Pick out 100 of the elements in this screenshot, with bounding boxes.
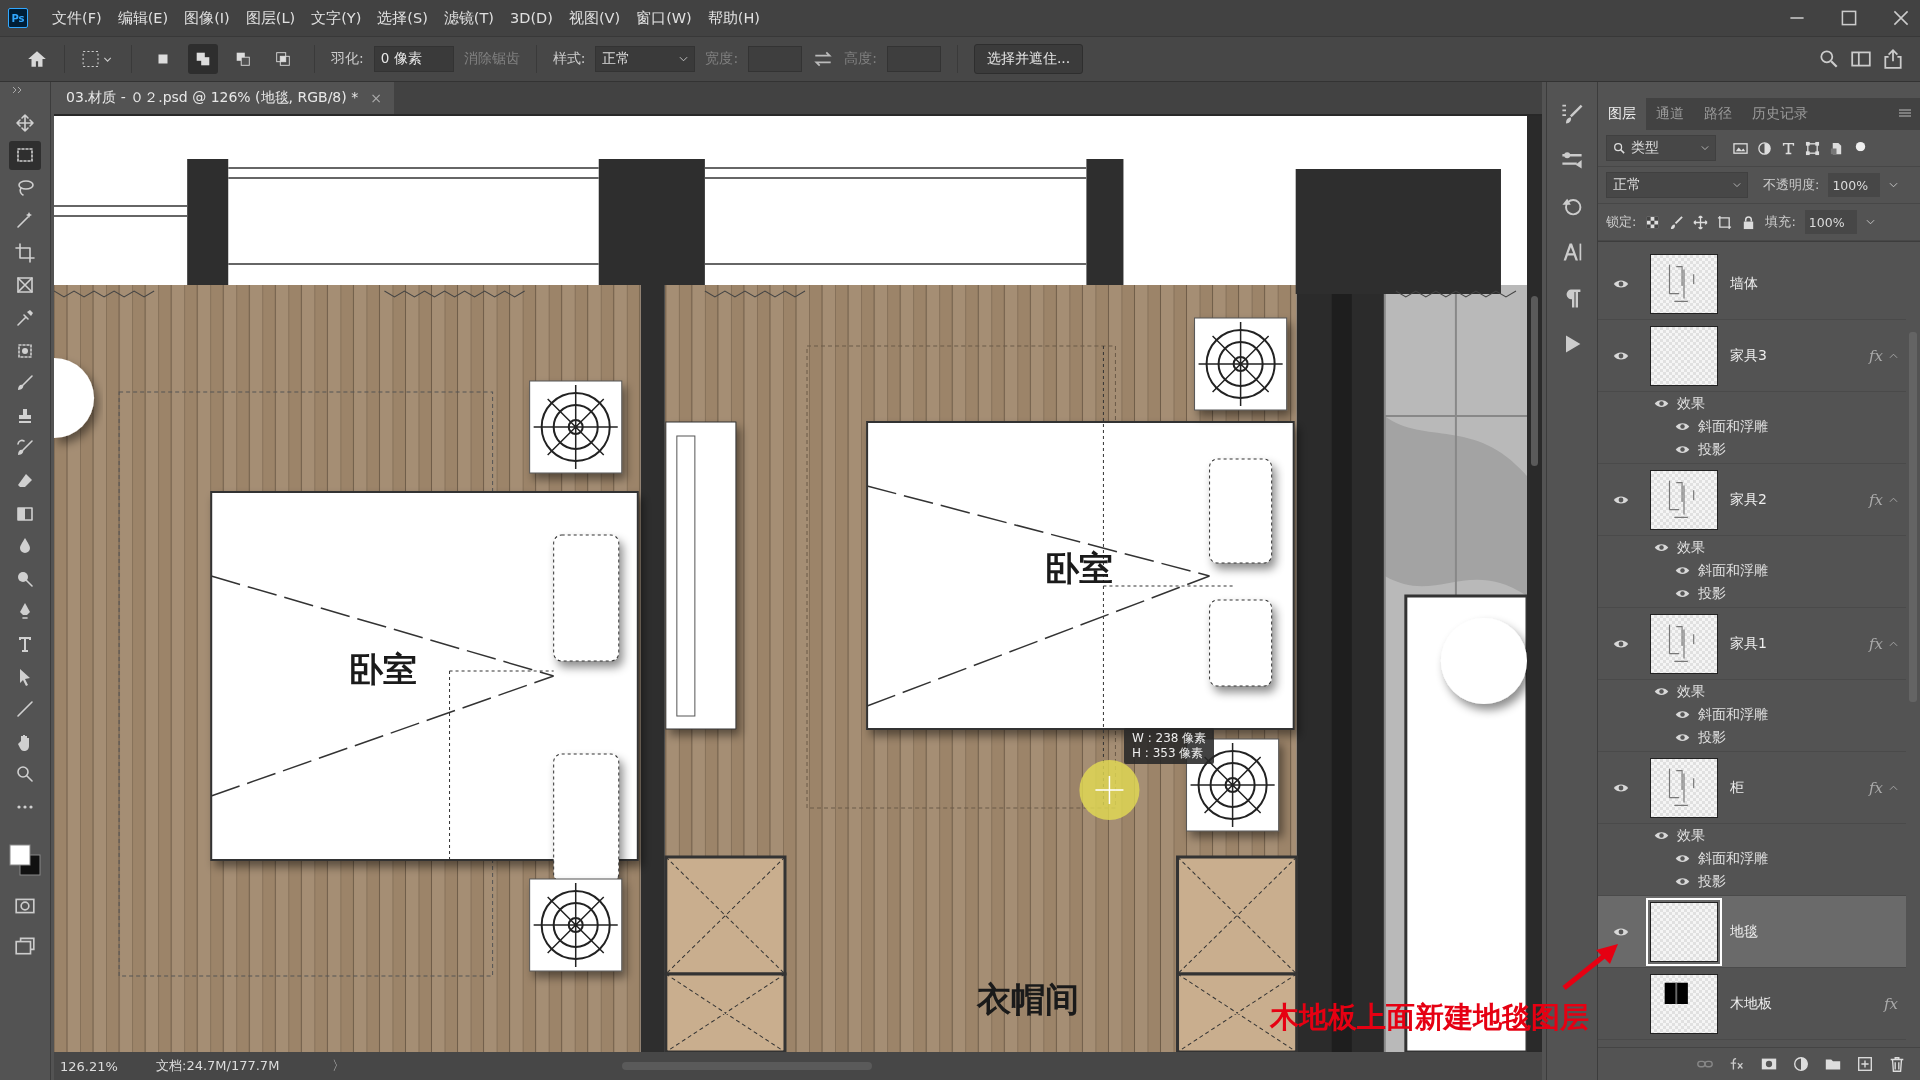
eye-icon[interactable]	[1613, 278, 1629, 289]
lock-position-icon[interactable]	[1693, 214, 1709, 230]
menu-icon[interactable]	[1898, 109, 1912, 119]
panel-tab[interactable]: 路径	[1694, 98, 1742, 130]
eye-icon[interactable]	[1654, 543, 1669, 552]
shape-filter-icon[interactable]	[1805, 140, 1820, 156]
layer-name[interactable]: 家具3	[1730, 346, 1767, 365]
panel-tab[interactable]: 历史记录	[1742, 98, 1818, 130]
effects-row[interactable]: 效果	[1598, 824, 1906, 847]
layer-name[interactable]: 柜	[1730, 778, 1744, 797]
eye-icon[interactable]	[1654, 831, 1669, 840]
layer-filter-dropdown[interactable]: 类型	[1606, 135, 1716, 161]
menu-item[interactable]: 窗口(W)	[630, 4, 698, 32]
brush-settings-icon[interactable]	[1560, 102, 1584, 126]
layer-row[interactable]: 地毯	[1598, 896, 1906, 968]
effects-row[interactable]: 效果	[1598, 536, 1906, 559]
layer-row[interactable]: 家具3 fx	[1598, 320, 1906, 392]
collapse-icon[interactable]	[12, 86, 24, 94]
eye-icon[interactable]	[1675, 877, 1690, 886]
layer-name[interactable]: 家具2	[1730, 490, 1767, 509]
style-label: 样式:	[552, 50, 586, 68]
room-label: 卧室	[349, 649, 418, 689]
menu-item[interactable]: 文件(F)	[46, 4, 108, 32]
eye-icon[interactable]	[1613, 782, 1629, 793]
eye-icon[interactable]	[1675, 733, 1690, 742]
eye-icon[interactable]	[1613, 494, 1629, 505]
effect-row[interactable]: 斜面和浮雕	[1598, 559, 1906, 582]
fx-label: fx	[1869, 778, 1883, 797]
effect-row[interactable]: 投影	[1598, 582, 1906, 605]
adjustment-layer-icon[interactable]	[1792, 1055, 1810, 1073]
eye-icon[interactable]	[1675, 589, 1690, 598]
effect-name: 斜面和浮雕	[1698, 705, 1768, 724]
opacity-caret-icon[interactable]	[1889, 182, 1899, 188]
menu-item[interactable]: 选择(S)	[371, 4, 434, 32]
status-menu-arrow[interactable]: 〉	[332, 1057, 352, 1075]
document-tab[interactable]: 03.材质 - ０２.psd @ 126% (地毯, RGB/8) * ×	[54, 82, 394, 114]
effects-row[interactable]: 效果	[1598, 392, 1906, 415]
feather-field[interactable]: 0 像素	[373, 46, 454, 72]
share-icon[interactable]	[1882, 48, 1904, 70]
effect-row[interactable]: 投影	[1598, 726, 1906, 749]
screen-mode-icon[interactable]	[14, 935, 36, 958]
layer-row[interactable]: 家具1 fx	[1598, 608, 1906, 680]
menu-item[interactable]: 图像(I)	[178, 4, 236, 32]
lock-artboard-icon[interactable]	[1717, 214, 1733, 230]
color-swatches-icon[interactable]	[8, 843, 42, 878]
menu-item[interactable]: 帮助(H)	[701, 4, 766, 32]
trash-icon[interactable]	[1888, 1055, 1906, 1073]
zoom-level[interactable]: 126.21%	[60, 1058, 156, 1074]
panel-tab[interactable]: 通道	[1646, 98, 1694, 130]
eye-icon[interactable]	[1613, 926, 1629, 937]
eye-icon[interactable]	[1654, 687, 1669, 696]
opacity-field[interactable]: 100%	[1828, 173, 1881, 197]
menu-item[interactable]: 文字(Y)	[305, 4, 368, 32]
new-layer-icon[interactable]	[1856, 1055, 1874, 1073]
menu-item[interactable]: 视图(V)	[562, 4, 627, 32]
type-filter-icon[interactable]	[1781, 140, 1796, 156]
layer-row[interactable]: 木地板 fx	[1598, 968, 1906, 1040]
panel-tab[interactable]: 图层	[1598, 98, 1646, 130]
layer-row[interactable]: 墙体	[1598, 248, 1906, 320]
effect-row[interactable]: 斜面和浮雕	[1598, 415, 1906, 438]
layer-name[interactable]: 地毯	[1730, 922, 1758, 941]
layer-name[interactable]: 墙体	[1730, 274, 1758, 293]
lock-transparency-icon[interactable]	[1645, 214, 1661, 230]
style-dropdown[interactable]: 正常	[595, 46, 696, 72]
layer-thumbnail	[1650, 973, 1718, 1034]
effect-row[interactable]: 斜面和浮雕	[1598, 703, 1906, 726]
fill-field[interactable]: 100%	[1804, 210, 1857, 234]
select-and-mask-button[interactable]: 选择并遮住...	[973, 44, 1084, 74]
search-icon[interactable]	[1818, 48, 1840, 70]
effects-label: 效果	[1677, 682, 1705, 701]
eye-icon[interactable]	[1675, 566, 1690, 575]
menu-item[interactable]: 滤镜(T)	[437, 4, 500, 32]
layer-name[interactable]: 木地板	[1730, 994, 1772, 1013]
effect-row[interactable]: 投影	[1598, 870, 1906, 893]
image-filter-icon[interactable]	[1733, 140, 1748, 156]
marquee-tool-icon[interactable]	[9, 140, 41, 170]
app-logo[interactable]: Ps	[8, 8, 28, 28]
eye-icon[interactable]	[1654, 399, 1669, 408]
eye-icon[interactable]	[1675, 710, 1690, 719]
eye-icon[interactable]	[1613, 638, 1629, 649]
scrollbar-thumb[interactable]	[1531, 296, 1538, 466]
effect-row[interactable]: 投影	[1598, 438, 1906, 461]
lock-pixels-icon[interactable]	[1669, 214, 1685, 230]
eye-icon[interactable]	[1675, 445, 1690, 454]
blend-mode-dropdown[interactable]: 正常	[1606, 172, 1748, 198]
eye-icon[interactable]	[1675, 422, 1690, 431]
layer-row[interactable]: 柜 fx	[1598, 752, 1906, 824]
effect-row[interactable]: 斜面和浮雕	[1598, 847, 1906, 870]
fill-caret-icon[interactable]	[1865, 219, 1875, 225]
layer-name[interactable]: 家具1	[1730, 634, 1767, 653]
smart-object-filter-icon[interactable]	[1829, 140, 1844, 156]
menu-item[interactable]: 3D(D)	[504, 6, 559, 30]
adjustment-filter-icon[interactable]	[1757, 140, 1772, 156]
menu-item[interactable]: 编辑(E)	[111, 4, 175, 32]
effects-row[interactable]: 效果	[1598, 680, 1906, 703]
selection-mode-button[interactable]	[188, 44, 218, 74]
layer-row[interactable]: 家具2 fx	[1598, 464, 1906, 536]
menu-item[interactable]: 图层(L)	[239, 4, 302, 32]
eye-icon[interactable]	[1675, 854, 1690, 863]
eye-icon[interactable]	[1613, 350, 1629, 361]
